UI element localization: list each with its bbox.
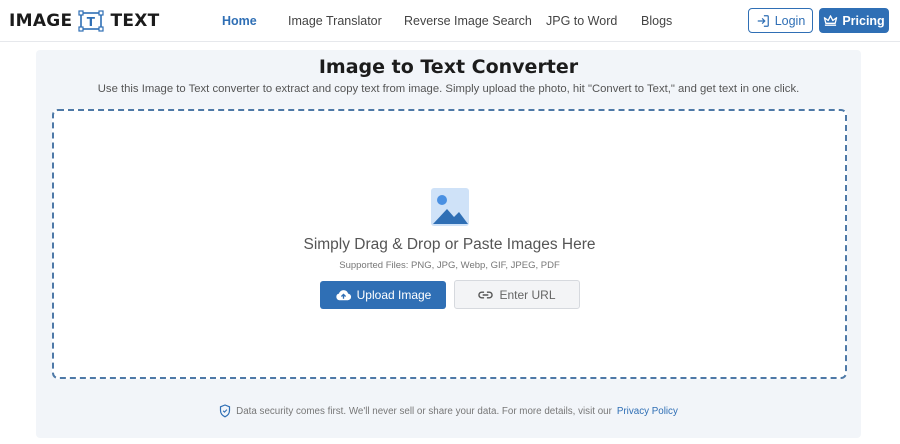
shield-icon: [220, 404, 231, 418]
upload-image-button[interactable]: Upload Image: [320, 281, 446, 309]
upload-image-label: Upload Image: [356, 288, 432, 302]
nav-jpg-to-word[interactable]: JPG to Word: [546, 14, 617, 28]
page-title: Image to Text Converter: [318, 56, 579, 78]
login-label: Login: [774, 13, 806, 28]
site-logo[interactable]: IMAGE T TEXT: [9, 9, 160, 33]
converter-panel: Image to Text Converter Use this Image t…: [36, 50, 861, 438]
login-icon: [757, 14, 769, 27]
logo-mark-letter: T: [87, 15, 96, 29]
image-icon: [431, 188, 469, 226]
cloud-upload-icon: [335, 290, 351, 301]
page-subtitle: Use this Image to Text converter to extr…: [97, 83, 800, 95]
login-button[interactable]: Login: [748, 8, 813, 33]
image-dropzone[interactable]: Simply Drag & Drop or Paste Images Here …: [52, 109, 847, 379]
nav-image-translator[interactable]: Image Translator: [288, 14, 382, 28]
pricing-button[interactable]: Pricing: [819, 8, 889, 33]
nav-reverse-image-search[interactable]: Reverse Image Search: [404, 14, 532, 28]
security-note: Data security comes first. We'll never s…: [36, 404, 861, 418]
nav-blogs[interactable]: Blogs: [641, 14, 672, 28]
crown-icon: [824, 14, 838, 26]
site-header: IMAGE T TEXT Home Image Translator Rever…: [0, 0, 900, 42]
logo-text-left: IMAGE: [9, 11, 73, 31]
dropzone-heading: Simply Drag & Drop or Paste Images Here: [303, 236, 596, 253]
security-text: Data security comes first. We'll never s…: [236, 405, 612, 417]
logo-text-right: TEXT: [110, 11, 160, 31]
nav-home[interactable]: Home: [222, 14, 257, 28]
logo-mark-icon: T: [78, 10, 105, 32]
link-icon: [478, 290, 494, 299]
enter-url-label: Enter URL: [499, 287, 556, 302]
privacy-policy-link[interactable]: Privacy Policy: [617, 406, 678, 417]
pricing-label: Pricing: [842, 13, 885, 28]
supported-files-text: Supported Files: PNG, JPG, Webp, GIF, JP…: [339, 260, 560, 271]
enter-url-button[interactable]: Enter URL: [454, 280, 580, 309]
